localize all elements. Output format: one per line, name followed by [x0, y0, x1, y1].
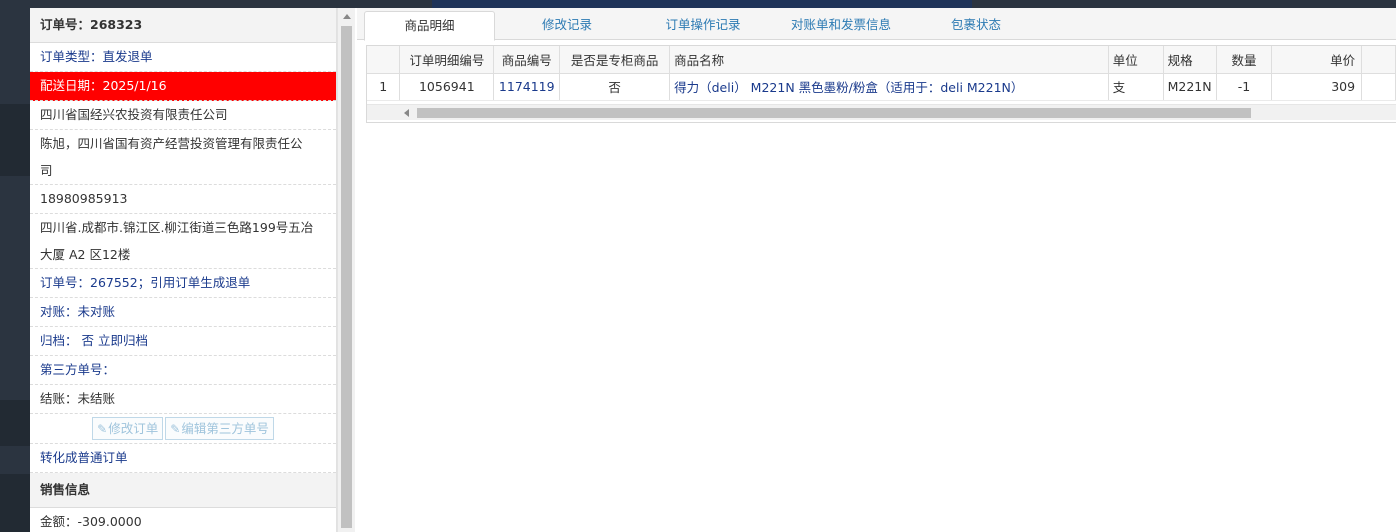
cell-detail-id: 1056941: [399, 73, 495, 101]
cell-unit-price: 309: [1271, 73, 1363, 101]
settle-status: 结账：未结账: [30, 385, 336, 414]
col-header-extra: [1361, 46, 1396, 74]
sales-info-header: 销售信息: [30, 473, 336, 508]
scrollbar-thumb[interactable]: [341, 26, 352, 528]
address-line-2: 大厦 A2 区12楼: [40, 247, 131, 262]
horizontal-scrollbar-thumb[interactable]: [417, 108, 1251, 118]
edit-icon: ✎: [170, 422, 181, 436]
top-bar-highlight: [432, 0, 972, 8]
customer-contact: 陈旭，四川省国有资产经营投资管理有限责任公 司: [30, 130, 336, 185]
product-table: 订单明细编号 商品编号 是否是专柜商品 商品名称 单位 规格 数量 单价 1 1…: [367, 46, 1396, 101]
cell-product-id-link[interactable]: 1174119: [493, 73, 561, 101]
left-nav-strip: [0, 8, 30, 532]
amount: 金额：-309.0000: [30, 508, 336, 532]
order-info-panel: 订单号：268323 订单类型：直发退单 配送日期：2025/1/16 四川省国…: [30, 8, 337, 532]
table-row[interactable]: 1 1056941 1174119 否 得力（deli） M221N 黑色墨粉/…: [367, 73, 1396, 101]
col-header-unit[interactable]: 单位: [1108, 46, 1164, 74]
scroll-up-icon[interactable]: [343, 14, 351, 19]
archive-label: 归档：: [40, 333, 78, 348]
tab-modify-history[interactable]: 修改记录: [509, 11, 625, 41]
col-header-unit-price[interactable]: 单价: [1271, 46, 1363, 74]
order-type: 订单类型：直发退单: [30, 43, 336, 72]
tab-product-details[interactable]: 商品明细: [364, 11, 495, 41]
cell-is-counter: 否: [559, 73, 671, 101]
edit-third-party-label: 编辑第三方单号: [181, 421, 269, 436]
left-nav-block: [0, 400, 30, 446]
customer-phone: 18980985913: [30, 185, 336, 214]
customer-company: 四川省国经兴农投资有限责任公司: [30, 101, 336, 130]
col-header-detail-id[interactable]: 订单明细编号: [399, 46, 495, 74]
archive-now-link[interactable]: 立即归档: [98, 333, 148, 348]
detail-area: 商品明细 修改记录 订单操作记录 对账单和发票信息 包裹状态 订单明细编号 商品…: [357, 8, 1396, 532]
archive-value: 否: [81, 333, 95, 348]
table-header-row: 订单明细编号 商品编号 是否是专柜商品 商品名称 单位 规格 数量 单价: [367, 46, 1396, 74]
cell-quantity: -1: [1216, 73, 1273, 101]
col-header-spec[interactable]: 规格: [1163, 46, 1217, 74]
edit-third-party-button[interactable]: ✎编辑第三方单号: [165, 417, 274, 440]
action-buttons: ✎修改订单 ✎编辑第三方单号: [30, 414, 336, 444]
col-header-product-id[interactable]: 商品编号: [493, 46, 561, 74]
reference-order-link[interactable]: 订单号：267552；引用订单生成退单: [30, 269, 336, 298]
address-line-1: 四川省.成都市.锦江区.柳江街道三色路199号五冶: [40, 220, 314, 235]
left-panel-scrollbar[interactable]: [337, 8, 355, 532]
tab-statement-invoice[interactable]: 对账单和发票信息: [775, 11, 907, 41]
contact-line-2: 司: [40, 163, 53, 178]
contact-line-1: 陈旭，四川省国有资产经营投资管理有限责任公: [40, 136, 303, 151]
tab-package-status[interactable]: 包裹状态: [929, 11, 1023, 41]
tab-bar: 商品明细 修改记录 订单操作记录 对账单和发票信息 包裹状态: [357, 8, 1396, 41]
scroll-left-icon[interactable]: [404, 109, 409, 117]
modify-order-label: 修改订单: [108, 421, 159, 436]
cell-index: 1: [367, 73, 401, 101]
archive-status: 归档： 否 立即归档: [30, 327, 336, 356]
convert-to-normal-order-link[interactable]: 转化成普通订单: [30, 444, 336, 473]
grid-horizontal-scrollbar[interactable]: [367, 104, 1396, 120]
cell-product-name-link[interactable]: 得力（deli） M221N 黑色墨粉/粉盒（适用于：deli M221N）: [669, 73, 1109, 101]
reconcile-status: 对账：未对账: [30, 298, 336, 327]
customer-address: 四川省.成都市.锦江区.柳江街道三色路199号五冶 大厦 A2 区12楼: [30, 214, 336, 269]
delivery-date: 配送日期：2025/1/16: [30, 72, 336, 101]
col-header-product-name[interactable]: 商品名称: [669, 46, 1109, 74]
order-number-header: 订单号：268323: [30, 8, 336, 43]
cell-unit: 支: [1108, 73, 1164, 101]
cell-spec: M221N: [1163, 73, 1217, 101]
col-header-index: [367, 46, 401, 74]
modify-order-button[interactable]: ✎修改订单: [92, 417, 164, 440]
left-nav-block: [0, 474, 30, 532]
top-bar-strip: [0, 0, 1396, 8]
col-header-is-counter[interactable]: 是否是专柜商品: [559, 46, 671, 74]
cell-extra: [1361, 73, 1396, 101]
left-nav-block: [0, 104, 30, 176]
col-header-quantity[interactable]: 数量: [1216, 46, 1273, 74]
edit-icon: ✎: [97, 422, 108, 436]
third-party-order-number: 第三方单号：: [30, 356, 336, 385]
tab-order-operation-log[interactable]: 订单操作记录: [647, 11, 759, 41]
product-grid: 订单明细编号 商品编号 是否是专柜商品 商品名称 单位 规格 数量 单价 1 1…: [366, 45, 1396, 123]
